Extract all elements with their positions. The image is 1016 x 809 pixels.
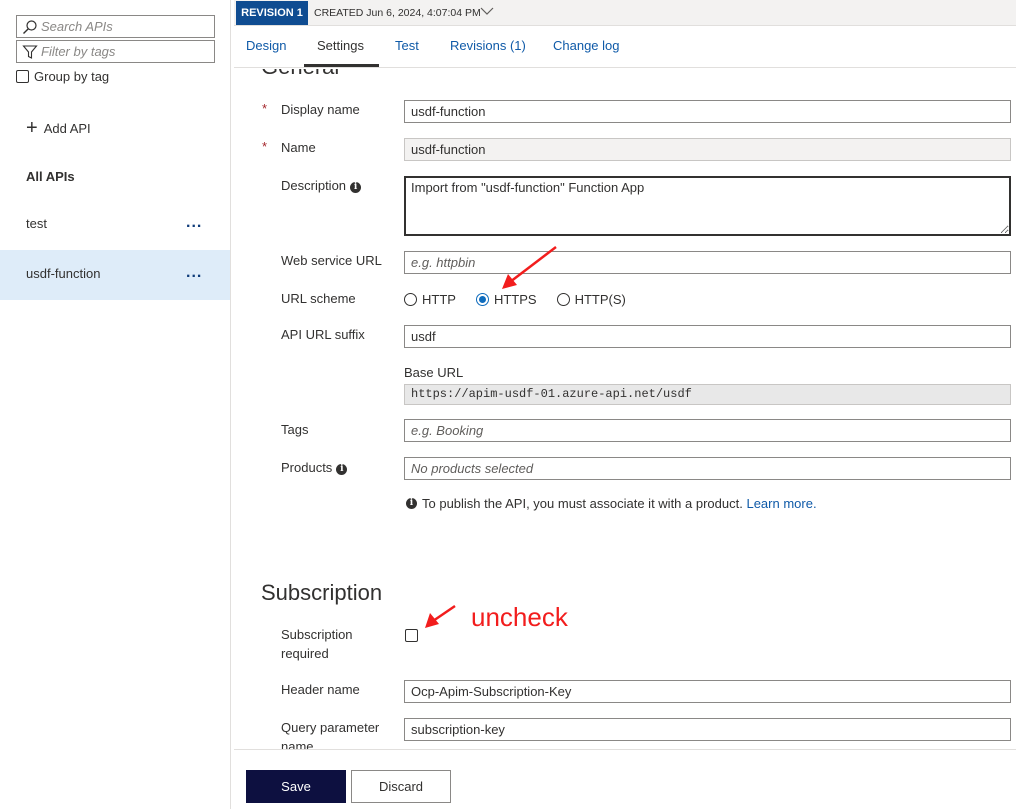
products-input[interactable] <box>404 457 1011 480</box>
header-name-input[interactable] <box>404 680 1011 703</box>
annotation-uncheck-text: uncheck <box>471 602 568 632</box>
radio-button[interactable] <box>556 293 570 306</box>
query-parameter-name-input[interactable] <box>404 718 1011 741</box>
web-service-url-input[interactable] <box>404 251 1011 274</box>
base-url-label: Base URL <box>404 365 464 380</box>
api-url-suffix-label: API URL suffix <box>281 327 365 342</box>
save-button[interactable]: Save <box>246 770 346 803</box>
description-label-text: Description <box>281 178 347 193</box>
name-input <box>404 138 1011 161</box>
api-sidebar: Group by tag + Add API All APIs test ...… <box>0 0 231 809</box>
search-icon <box>23 20 37 34</box>
group-by-tag-label: Group by tag <box>34 69 110 84</box>
description-textarea[interactable]: Import from "usdf-function" Function App <box>404 176 1011 236</box>
web-service-url-label: Web service URL <box>281 253 382 268</box>
filter-tags-input[interactable] <box>41 43 211 60</box>
tab-revisions[interactable]: Revisions (1) <box>450 38 526 53</box>
revision-badge: REVISION 1 <box>236 1 308 25</box>
more-options-icon[interactable]: ... <box>186 214 202 232</box>
subscription-required-label: Subscription required <box>281 627 353 661</box>
api-item-label: test <box>26 216 47 231</box>
revision-bar: REVISION 1 CREATED Jun 6, 2024, 4:07:04 … <box>234 0 1016 26</box>
display-name-label: Display name <box>281 102 360 117</box>
url-scheme-http-option[interactable]: HTTP <box>404 292 456 307</box>
general-section-title: General <box>261 69 339 80</box>
url-scheme-http-s-option[interactable]: HTTP(S) <box>556 292 626 307</box>
form-footer: Save Discard <box>234 749 1016 809</box>
base-url-value: https://apim-usdf-01.azure-api.net/usdf <box>404 384 1011 405</box>
api-settings-panel: REVISION 1 CREATED Jun 6, 2024, 4:07:04 … <box>234 0 1016 809</box>
header-name-label: Header name <box>281 682 360 697</box>
all-apis-heading[interactable]: All APIs <box>26 169 75 184</box>
revision-created-text: CREATED Jun 6, 2024, 4:07:04 PM <box>314 7 481 19</box>
api-url-suffix-input[interactable] <box>404 325 1011 348</box>
radio-label: HTTP(S) <box>574 292 626 307</box>
info-icon[interactable]: i <box>336 464 348 475</box>
tab-settings[interactable]: Settings <box>317 38 364 53</box>
url-scheme-https-option[interactable]: HTTPS <box>475 292 537 307</box>
tags-input[interactable] <box>404 419 1011 442</box>
active-tab-indicator <box>304 64 379 67</box>
chevron-down-icon[interactable] <box>480 6 494 16</box>
name-label: Name <box>281 140 316 155</box>
plus-icon: + <box>26 117 38 139</box>
group-by-tag-checkbox[interactable] <box>16 70 29 83</box>
radio-label: HTTP <box>422 292 456 307</box>
query-parameter-name-label: Query parameter name <box>281 720 380 749</box>
tags-label: Tags <box>281 422 309 437</box>
learn-more-link[interactable]: Learn more. <box>746 496 816 511</box>
url-scheme-radio-group: HTTP HTTPS HTTP(S) <box>404 292 646 307</box>
url-scheme-label: URL scheme <box>281 291 356 306</box>
subscription-section-title: Subscription <box>261 580 383 605</box>
display-name-input[interactable] <box>404 100 1011 123</box>
settings-scroll-area[interactable]: General * Display name * Name Descriptio… <box>234 69 1016 749</box>
radio-button-selected[interactable] <box>475 293 489 306</box>
api-item-label: usdf-function <box>26 266 101 281</box>
info-icon: i <box>406 498 417 509</box>
publish-note: i To publish the API, you must associate… <box>404 496 817 511</box>
tab-change-log[interactable]: Change log <box>553 38 620 53</box>
add-api-label: Add API <box>43 120 91 136</box>
api-list-item-test[interactable]: test ... <box>0 200 230 250</box>
required-marker: * <box>262 139 268 154</box>
api-tabs: Design Settings Test Revisions (1) Chang… <box>234 26 1016 68</box>
tab-test[interactable]: Test <box>395 38 419 53</box>
filter-icon <box>22 45 38 59</box>
more-options-icon[interactable]: ... <box>186 264 202 282</box>
publish-note-text: To publish the API, you must associate i… <box>422 496 817 511</box>
description-label: Description i <box>281 176 362 195</box>
products-label-text: Products <box>281 460 333 475</box>
radio-button[interactable] <box>404 293 417 306</box>
tab-design[interactable]: Design <box>246 38 286 53</box>
required-marker: * <box>262 101 268 116</box>
search-apis-field[interactable] <box>16 15 215 38</box>
products-label: Products i <box>281 458 348 477</box>
discard-button[interactable]: Discard <box>351 770 451 803</box>
info-icon[interactable]: i <box>350 182 362 193</box>
add-api-button[interactable]: + Add API <box>26 117 91 139</box>
filter-tags-field[interactable] <box>16 40 215 63</box>
api-list-item-usdf-function[interactable]: usdf-function ... <box>0 250 230 300</box>
group-by-tag-option[interactable]: Group by tag <box>16 69 109 84</box>
search-apis-input[interactable] <box>41 18 211 35</box>
subscription-required-checkbox[interactable] <box>405 629 418 642</box>
radio-label: HTTPS <box>493 292 537 307</box>
